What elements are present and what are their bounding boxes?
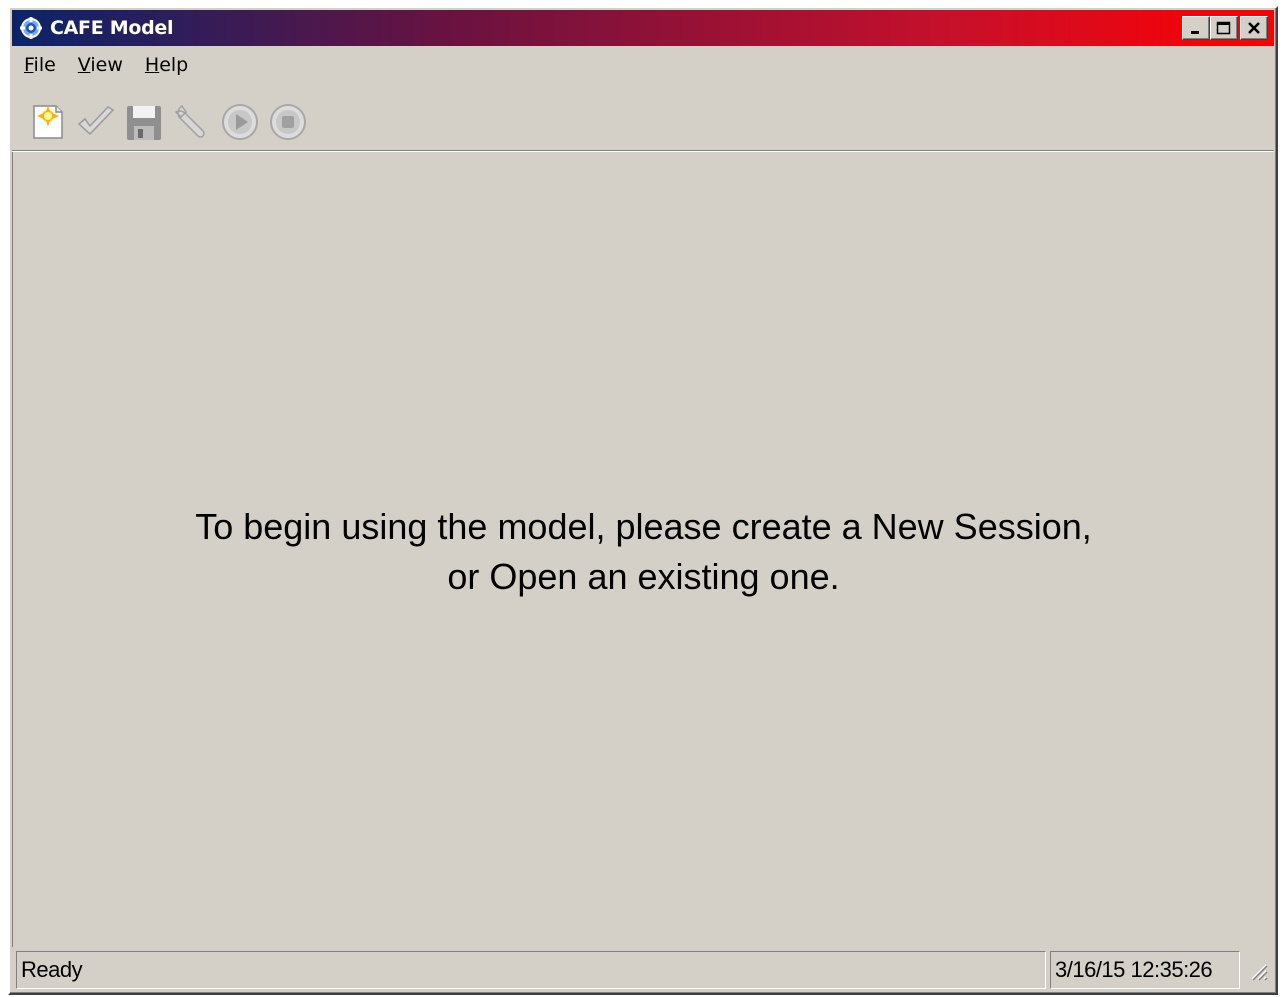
resize-grip[interactable] — [1240, 951, 1270, 989]
checkmark-icon — [77, 106, 115, 136]
resize-grip-icon — [1251, 964, 1268, 981]
menu-file[interactable]: File — [24, 54, 56, 76]
close-button[interactable] — [1240, 16, 1268, 40]
maximize-icon — [1216, 21, 1231, 35]
menu-help-rest: elp — [159, 54, 189, 76]
toolbar — [12, 96, 1274, 148]
play-icon — [222, 104, 258, 140]
menu-view-mnemonic: V — [77, 54, 91, 76]
menu-view[interactable]: View — [78, 54, 123, 76]
title-bar[interactable]: CAFE Model — [12, 10, 1274, 46]
status-bar: Ready 3/16/15 12:35:26 — [12, 949, 1274, 991]
new-session-icon — [33, 105, 63, 139]
welcome-message: To begin using the model, please create … — [13, 502, 1274, 602]
stop-icon — [270, 104, 306, 140]
menu-file-rest: ile — [33, 54, 56, 76]
caption-buttons — [1182, 16, 1268, 40]
check-button[interactable] — [74, 100, 118, 144]
minimize-icon — [1191, 31, 1199, 34]
stop-button[interactable] — [266, 100, 310, 144]
save-icon — [127, 106, 161, 140]
run-button[interactable] — [218, 100, 262, 144]
welcome-message-line2: or Open an existing one. — [447, 556, 840, 597]
welcome-message-line1: To begin using the model, please create … — [195, 506, 1092, 547]
maximize-button[interactable] — [1210, 16, 1238, 40]
menu-help-mnemonic: H — [144, 54, 160, 76]
gear-app-icon — [20, 17, 42, 39]
settings-button[interactable] — [170, 100, 214, 144]
wrench-icon — [174, 104, 205, 138]
main-content-area: To begin using the model, please create … — [12, 152, 1274, 947]
status-datetime: 3/16/15 12:35:26 — [1050, 951, 1240, 989]
close-icon — [1248, 22, 1260, 34]
status-text: Ready — [16, 951, 1046, 989]
window-title: CAFE Model — [50, 17, 174, 39]
app-window: CAFE Model File View Help To begin using… — [8, 6, 1278, 995]
save-button[interactable] — [122, 100, 166, 144]
minimize-button[interactable] — [1182, 16, 1210, 40]
menu-file-mnemonic: F — [24, 54, 34, 76]
menu-help[interactable]: Help — [145, 54, 188, 76]
menu-bar: File View Help — [12, 50, 1274, 80]
menu-view-rest: iew — [90, 54, 123, 76]
new-session-button[interactable] — [26, 100, 70, 144]
